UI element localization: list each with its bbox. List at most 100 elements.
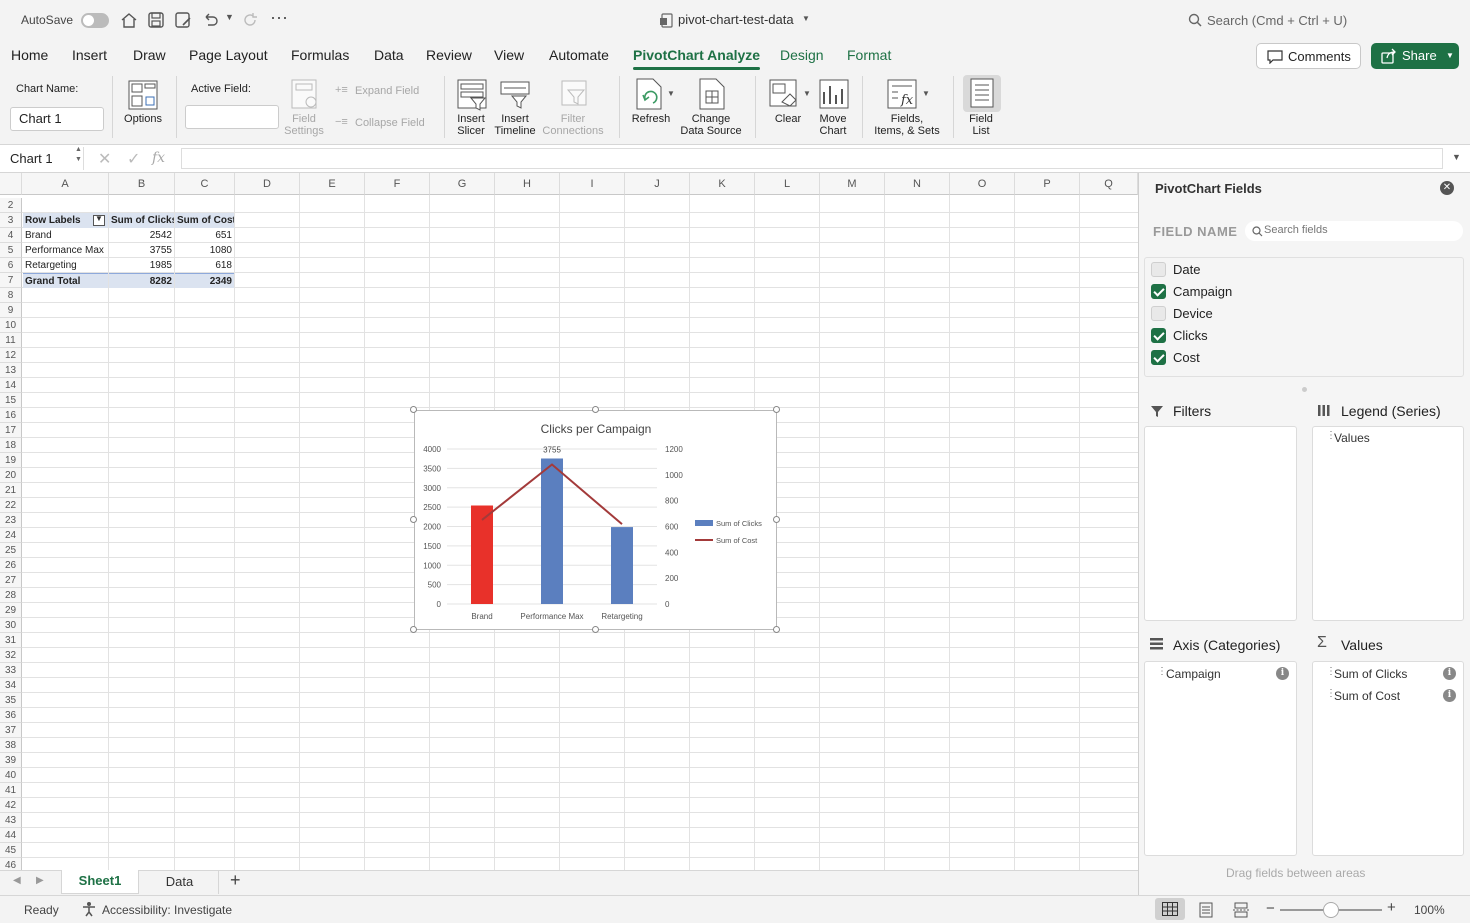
chart-resize-handle[interactable] (773, 516, 780, 523)
close-pane-icon[interactable]: ✕ (1440, 181, 1454, 195)
search-box[interactable]: Search (Cmd + Ctrl + U) (1207, 13, 1347, 28)
row-header[interactable]: 31 (0, 633, 22, 648)
tab-review[interactable]: Review (426, 47, 472, 63)
field-checkbox[interactable] (1151, 328, 1166, 343)
row-header[interactable]: 19 (0, 453, 22, 468)
column-header[interactable]: E (300, 173, 365, 195)
row-header[interactable]: 22 (0, 498, 22, 513)
zoom-out-icon[interactable]: − (1266, 900, 1275, 917)
row-header[interactable]: 42 (0, 798, 22, 813)
cancel-icon[interactable]: ✕ (98, 149, 111, 169)
row-header[interactable]: 37 (0, 723, 22, 738)
row-labels-filter-button[interactable]: ▼ (93, 214, 105, 226)
fields-items-sets-dropdown-icon[interactable]: ▼ (922, 89, 930, 98)
column-header[interactable]: B (109, 173, 175, 195)
sheet-tab-sheet1[interactable]: Sheet1 (61, 870, 139, 894)
add-sheet-icon[interactable]: + (230, 870, 241, 891)
zoom-in-icon[interactable]: + (1387, 899, 1396, 916)
row-header[interactable]: 28 (0, 588, 22, 603)
column-header[interactable]: I (560, 173, 625, 195)
row-header[interactable]: 13 (0, 363, 22, 378)
fx-icon[interactable]: fx (152, 150, 165, 166)
row-header[interactable]: 27 (0, 573, 22, 588)
filters-drop-zone[interactable] (1144, 426, 1297, 621)
column-header[interactable]: H (495, 173, 560, 195)
share-chevron-icon[interactable]: ▼ (1446, 51, 1454, 60)
column-header[interactable]: J (625, 173, 690, 195)
field-checkbox[interactable] (1151, 350, 1166, 365)
tab-data[interactable]: Data (374, 47, 404, 63)
legend-drop-zone[interactable] (1312, 426, 1464, 621)
column-header[interactable]: Q (1080, 173, 1138, 195)
row-header[interactable]: 41 (0, 783, 22, 798)
pivot-row-label[interactable]: Brand (25, 228, 107, 243)
column-header[interactable]: G (430, 173, 495, 195)
scroll-tabs-right-icon[interactable]: ▶ (36, 875, 44, 886)
pivot-chart[interactable]: Clicks per Campaign 0 500 1000 1500 2000 2500… (414, 410, 777, 630)
row-header[interactable]: 33 (0, 663, 22, 678)
column-header[interactable]: L (755, 173, 820, 195)
page-layout-view-icon[interactable] (1199, 902, 1213, 918)
row-header[interactable]: 9 (0, 303, 22, 318)
row-header[interactable]: 15 (0, 393, 22, 408)
pivot-total-clicks[interactable]: 8282 (109, 273, 174, 288)
row-header[interactable]: 34 (0, 678, 22, 693)
autosave-toggle[interactable] (81, 13, 109, 28)
chart-resize-handle[interactable] (410, 626, 417, 633)
pivot-row-label[interactable]: Performance Max (25, 243, 107, 258)
info-icon[interactable]: i (1276, 667, 1289, 680)
column-header[interactable]: A (22, 173, 109, 195)
chart-title[interactable]: Clicks per Campaign (541, 422, 652, 436)
column-header[interactable]: K (690, 173, 755, 195)
row-header[interactable]: 10 (0, 318, 22, 333)
tab-view[interactable]: View (494, 47, 524, 63)
options-icon[interactable] (127, 79, 159, 111)
column-header[interactable]: D (235, 173, 300, 195)
page-break-view-icon[interactable] (1233, 902, 1249, 918)
scroll-tabs-left-icon[interactable]: ◀ (13, 875, 21, 886)
zoom-level[interactable]: 100% (1414, 903, 1445, 917)
undo-icon[interactable] (201, 11, 219, 29)
name-box-down-icon[interactable]: ▼ (75, 156, 82, 163)
active-field-input[interactable] (185, 105, 279, 129)
row-header[interactable]: 20 (0, 468, 22, 483)
name-box[interactable]: Chart 1 (0, 147, 84, 170)
row-header[interactable]: 14 (0, 378, 22, 393)
column-header[interactable]: O (950, 173, 1015, 195)
row-header[interactable]: 39 (0, 753, 22, 768)
row-header[interactable]: 40 (0, 768, 22, 783)
pivot-row-clicks[interactable]: 1985 (109, 258, 172, 273)
clear-icon[interactable] (768, 78, 802, 112)
pivot-row-cost[interactable]: 651 (175, 228, 232, 243)
info-icon[interactable]: i (1443, 667, 1456, 680)
row-header[interactable]: 17 (0, 423, 22, 438)
formula-expand-icon[interactable]: ▼ (1452, 152, 1461, 162)
row-header[interactable]: 46 (0, 858, 22, 870)
row-header[interactable]: 29 (0, 603, 22, 618)
tab-insert[interactable]: Insert (72, 47, 107, 63)
tab-draw[interactable]: Draw (133, 47, 166, 63)
comments-button[interactable]: Comments (1256, 43, 1361, 69)
pivot-header-cost[interactable]: Sum of Cost (175, 213, 234, 228)
pivot-row-cost[interactable]: 618 (175, 258, 232, 273)
insert-timeline-icon[interactable] (498, 78, 532, 112)
refresh-icon[interactable] (633, 77, 667, 113)
row-header[interactable]: 26 (0, 558, 22, 573)
normal-view-button[interactable] (1155, 898, 1185, 920)
pane-splitter-handle[interactable] (1302, 387, 1307, 392)
pivot-total-cost[interactable]: 2349 (175, 273, 234, 288)
row-header[interactable]: 7 (0, 273, 22, 288)
chart-name-input[interactable]: Chart 1 (10, 107, 104, 131)
axis-item-campaign[interactable]: Campaign (1166, 667, 1221, 681)
chart-resize-handle[interactable] (592, 406, 599, 413)
share-button[interactable]: Share ▼ (1371, 43, 1459, 69)
name-box-up-icon[interactable]: ▲ (75, 146, 82, 153)
info-icon[interactable]: i (1443, 689, 1456, 702)
file-name-chevron-icon[interactable]: ▼ (802, 14, 810, 23)
refresh-dropdown-icon[interactable]: ▼ (667, 89, 675, 98)
column-header[interactable]: M (820, 173, 885, 195)
axis-drop-zone[interactable] (1144, 661, 1297, 856)
row-header[interactable]: 44 (0, 828, 22, 843)
field-checkbox[interactable] (1151, 284, 1166, 299)
field-checkbox[interactable] (1151, 262, 1166, 277)
